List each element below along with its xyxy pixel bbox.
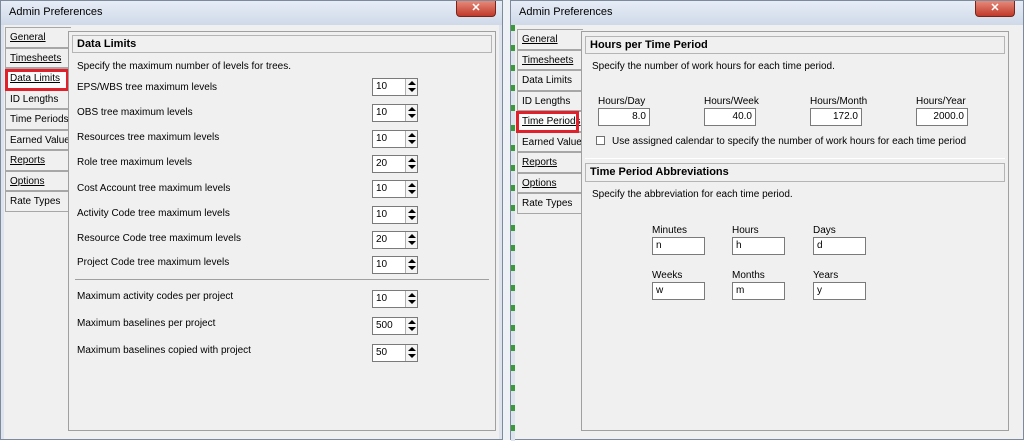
eps-wbs-levels-spinner[interactable]: 10 [372,78,418,96]
hours-month-input[interactable]: 172.0 [810,108,862,126]
obs-levels-spinner[interactable]: 10 [372,104,418,122]
days-abbr-input[interactable]: d [813,237,866,255]
tab-time-periods[interactable]: Time Periods [5,109,71,130]
group-title: Data Limits [77,38,137,50]
title-bar[interactable]: Admin Preferences ✕ [511,1,1023,25]
window-title: Admin Preferences [519,6,613,18]
hours-label: Hours [732,225,759,236]
calendar-checkbox[interactable] [596,136,605,145]
data-limits-panel: Data Limits Specify the maximum number o… [68,31,496,431]
row-label: Project Code tree maximum levels [77,257,230,268]
description: Specify the abbreviation for each time p… [592,189,793,200]
hours-year-input[interactable]: 2000.0 [916,108,968,126]
dialog-client: General Timesheets Data Limits ID Length… [4,25,499,439]
cost-account-levels-spinner[interactable]: 10 [372,180,418,198]
hours-year-label: Hours/Year [916,96,966,107]
minutes-abbr-input[interactable]: n [652,237,705,255]
months-label: Months [732,270,765,281]
row-label: EPS/WBS tree maximum levels [77,82,218,93]
hours-abbr-input[interactable]: h [732,237,785,255]
title-bar[interactable]: Admin Preferences ✕ [1,1,502,25]
weeks-abbr-input[interactable]: w [652,282,705,300]
hours-month-label: Hours/Month [810,96,868,107]
tab-general[interactable]: General [5,27,71,48]
row-label: Resource Code tree maximum levels [77,233,241,244]
tab-rate-types[interactable]: Rate Types [517,193,583,214]
minutes-label: Minutes [652,225,688,236]
years-label: Years [813,270,839,281]
highlight-box [516,111,579,133]
description: Specify the number of work hours for eac… [592,61,835,72]
close-icon[interactable]: ✕ [456,1,496,17]
tab-general[interactable]: General [517,29,583,50]
time-periods-panel: Hours per Time Period Specify the number… [581,31,1009,431]
window-gap [503,0,510,440]
months-abbr-input[interactable]: m [732,282,785,300]
hours-day-label: Hours/Day [598,96,646,107]
tab-options[interactable]: Options [517,172,583,193]
max-activity-codes-spinner[interactable]: 10 [372,290,418,308]
hours-group-header: Hours per Time Period [585,36,1005,54]
tab-earned-value[interactable]: Earned Value [517,131,583,152]
window-title: Admin Preferences [9,6,103,18]
calendar-checkbox-label: Use assigned calendar to specify the num… [612,136,967,147]
admin-preferences-window-left: Admin Preferences ✕ General Timesheets D… [0,0,503,440]
tab-rate-types[interactable]: Rate Types [5,191,71,212]
admin-preferences-window-right: Admin Preferences ✕ General Timesheets D… [510,0,1024,441]
description: Specify the maximum number of levels for… [77,61,291,72]
row-label: OBS tree maximum levels [77,107,193,118]
role-levels-spinner[interactable]: 20 [372,155,418,173]
separator [585,158,1005,159]
max-baselines-spinner[interactable]: 500 [372,317,418,335]
tab-id-lengths[interactable]: ID Lengths [517,90,583,111]
highlight-box [5,69,69,91]
tab-data-limits[interactable]: Data Limits [517,70,583,91]
group-title: Hours per Time Period [590,39,708,51]
tab-timesheets[interactable]: Timesheets [517,49,583,70]
tab-reports[interactable]: Reports [517,152,583,173]
resources-levels-spinner[interactable]: 10 [372,130,418,148]
tab-list: General Timesheets Data Limits ID Length… [5,27,71,212]
resource-code-levels-spinner[interactable]: 20 [372,231,418,249]
hours-week-input[interactable]: 40.0 [704,108,756,126]
years-abbr-input[interactable]: y [813,282,866,300]
tab-options[interactable]: Options [5,170,71,191]
abbr-group-header: Time Period Abbreviations [585,163,1005,182]
row-label: Maximum activity codes per project [77,291,234,302]
weeks-label: Weeks [652,270,683,281]
tab-id-lengths[interactable]: ID Lengths [5,88,71,109]
row-label: Maximum baselines per project [77,318,216,329]
project-code-levels-spinner[interactable]: 10 [372,256,418,274]
green-edge-stripe [511,25,515,441]
tab-reports[interactable]: Reports [5,150,71,171]
hours-day-input[interactable]: 8.0 [598,108,650,126]
row-label: Cost Account tree maximum levels [77,183,231,194]
activity-code-levels-spinner[interactable]: 10 [372,206,418,224]
hours-week-label: Hours/Week [704,96,759,107]
row-label: Role tree maximum levels [77,157,193,168]
row-label: Activity Code tree maximum levels [77,208,230,219]
row-label: Maximum baselines copied with project [77,345,251,356]
tab-earned-value[interactable]: Earned Value [5,129,71,150]
group-title: Time Period Abbreviations [590,166,729,178]
data-limits-group: Data Limits [72,35,492,53]
dialog-client: General Timesheets Data Limits ID Length… [511,25,1023,441]
close-icon[interactable]: ✕ [975,1,1015,17]
row-label: Resources tree maximum levels [77,132,220,143]
days-label: Days [813,225,836,236]
separator [75,279,489,280]
max-baselines-copied-spinner[interactable]: 50 [372,344,418,362]
tab-timesheets[interactable]: Timesheets [5,47,71,68]
